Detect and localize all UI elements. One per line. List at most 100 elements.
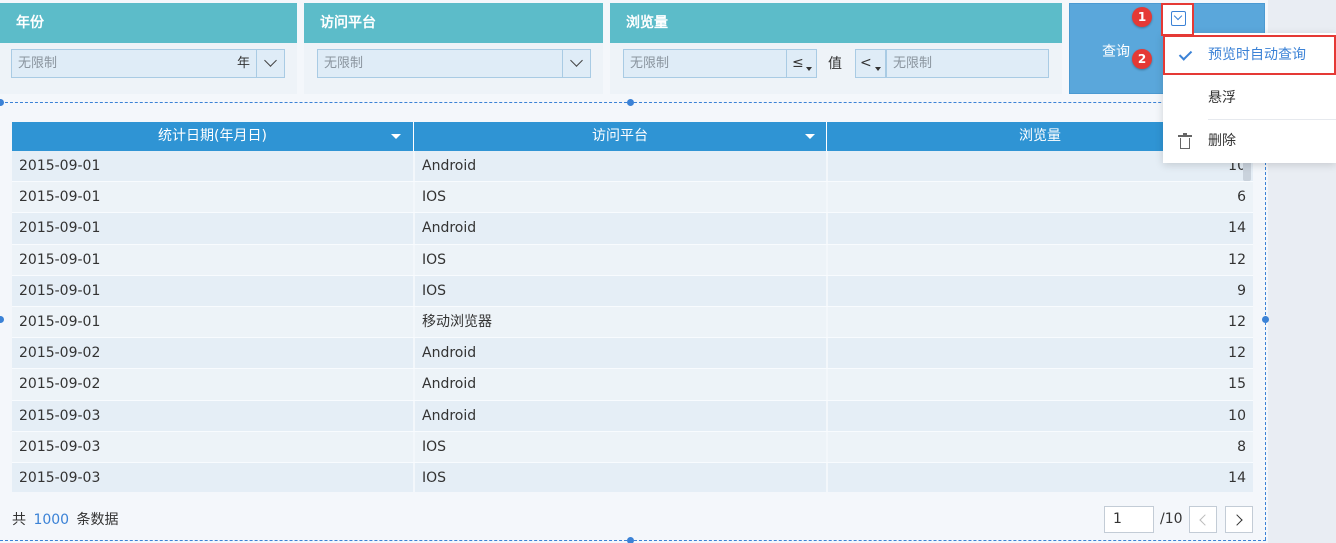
chevron-down-icon [264,54,277,67]
cell-date: 2015-09-03 [12,400,413,431]
cell-platform: Android [415,338,826,369]
dropdown-square-icon [1171,11,1186,26]
table-row[interactable]: 2015-09-03 IOS 8 [12,431,1253,463]
table-row[interactable]: 2015-09-01 IOS 12 [12,244,1253,276]
column-header-label: 浏览量 [1019,128,1061,144]
step-badge: 1 [1132,7,1152,27]
cell-date: 2015-09-03 [12,462,413,492]
views-value-label: 值 [828,56,842,72]
views-filter-widget: 浏览量 无限制 ≤ 值 < 无限制 [610,3,1062,94]
cell-views: 10 [828,400,1253,431]
table-row[interactable]: 2015-09-01 移动浏览器 12 [12,306,1253,339]
platform-filter-title: 访问平台 [304,3,603,43]
year-filter-placeholder: 无限制 [18,56,58,71]
record-count-suffix: 条数据 [76,512,119,528]
year-filter-widget: 年份 无限制 年 [0,3,297,94]
check-icon [1178,47,1193,61]
year-filter-dropdown-button[interactable] [257,49,285,78]
cell-date: 2015-09-02 [12,338,413,369]
views-op2-label: < [860,55,872,71]
chevron-left-icon [1199,514,1211,526]
cell-views: 15 [828,369,1253,400]
views-op1-select[interactable]: ≤ [787,49,817,78]
year-filter-title: 年份 [0,3,297,43]
table-row[interactable]: 2015-09-03 IOS 14 [12,462,1253,492]
query-button-label: 查询 [1102,44,1130,60]
views-max-input[interactable]: 无限制 [886,49,1049,78]
cell-date: 2015-09-01 [12,151,413,182]
sort-dropdown-icon[interactable] [391,134,401,139]
cell-date: 2015-09-01 [12,306,413,338]
cell-platform: 移动浏览器 [415,306,826,338]
views-min-input[interactable]: 无限制 [623,49,787,78]
record-count: 共 1000 条数据 [12,509,119,529]
table-row[interactable]: 2015-09-01 Android 10 [12,151,1253,183]
column-header-platform[interactable]: 访问平台 [414,122,827,151]
cell-date: 2015-09-01 [12,182,413,213]
menu-item-label: 悬浮 [1208,90,1236,106]
cell-platform: IOS [415,431,826,462]
column-header-date[interactable]: 统计日期(年月日) [12,122,414,151]
cell-platform: Android [415,151,826,182]
platform-filter-input[interactable]: 无限制 [317,49,563,78]
resize-handle[interactable] [1262,316,1269,323]
widget-menu-toggle-button[interactable] [1161,3,1194,36]
table-row[interactable]: 2015-09-02 Android 15 [12,369,1253,401]
cell-views: 9 [828,275,1253,306]
table-row[interactable]: 2015-09-01 IOS 6 [12,182,1253,214]
caret-down-icon [875,67,881,71]
platform-filter-placeholder: 无限制 [324,56,364,71]
table-row[interactable]: 2015-09-01 IOS 9 [12,275,1253,307]
menu-item-label: 预览时自动查询 [1208,47,1306,63]
cell-views: 14 [828,213,1253,244]
page-number-input[interactable]: 1 [1104,506,1154,533]
cell-platform: IOS [415,244,826,275]
caret-down-icon [806,67,812,71]
menu-item-label: 删除 [1208,133,1236,149]
widget-context-menu: 预览时自动查询 悬浮 删除 [1163,33,1336,163]
menu-item-delete[interactable]: 删除 [1163,121,1336,161]
year-filter-input[interactable]: 无限制 年 [11,49,257,78]
views-op1-label: ≤ [792,55,804,71]
chevron-down-icon [570,54,583,67]
menu-item-float[interactable]: 悬浮 [1163,78,1336,118]
table-body: 2015-09-01 Android 10 2015-09-01 IOS 6 2015-09… [12,151,1253,492]
cell-views: 14 [828,462,1253,492]
cell-platform: Android [415,369,826,400]
trash-icon [1178,133,1192,149]
cell-date: 2015-09-02 [12,369,413,400]
menu-divider [1208,119,1336,120]
cell-platform: IOS [415,462,826,492]
cell-platform: IOS [415,182,826,213]
chevron-right-icon [1231,514,1243,526]
platform-filter-widget: 访问平台 无限制 [304,3,603,94]
views-filter-title: 浏览量 [610,3,1062,43]
column-header-label: 统计日期(年月日) [158,128,267,144]
column-header-label: 访问平台 [592,128,648,144]
sort-dropdown-icon[interactable] [805,134,815,139]
cell-date: 2015-09-01 [12,244,413,275]
cell-date: 2015-09-01 [12,275,413,306]
next-page-button[interactable] [1225,506,1253,533]
cell-date: 2015-09-01 [12,213,413,244]
table-header: 统计日期(年月日) 访问平台 浏览量 [12,122,1253,151]
table-row[interactable]: 2015-09-01 Android 14 [12,213,1253,245]
resize-handle[interactable] [627,99,634,106]
year-unit-label: 年 [236,56,250,71]
views-op2-select[interactable]: < [855,49,886,78]
cell-views: 12 [828,244,1253,275]
platform-filter-dropdown-button[interactable] [563,49,591,78]
page-total-label: /10 [1160,511,1183,527]
step-badge: 2 [1132,49,1152,69]
resize-handle[interactable] [627,537,634,543]
views-max-placeholder: 无限制 [893,56,933,71]
table-row[interactable]: 2015-09-02 Android 12 [12,338,1253,370]
cell-platform: Android [415,213,826,244]
prev-page-button[interactable] [1189,506,1217,533]
menu-item-auto-query[interactable]: 预览时自动查询 [1163,35,1336,75]
record-count-prefix: 共 [12,512,26,528]
data-table: 统计日期(年月日) 访问平台 浏览量 2015-09-01 Android 10 20… [12,122,1253,492]
cell-date: 2015-09-03 [12,431,413,462]
record-count-value: 1000 [33,512,70,528]
table-row[interactable]: 2015-09-03 Android 10 [12,400,1253,432]
